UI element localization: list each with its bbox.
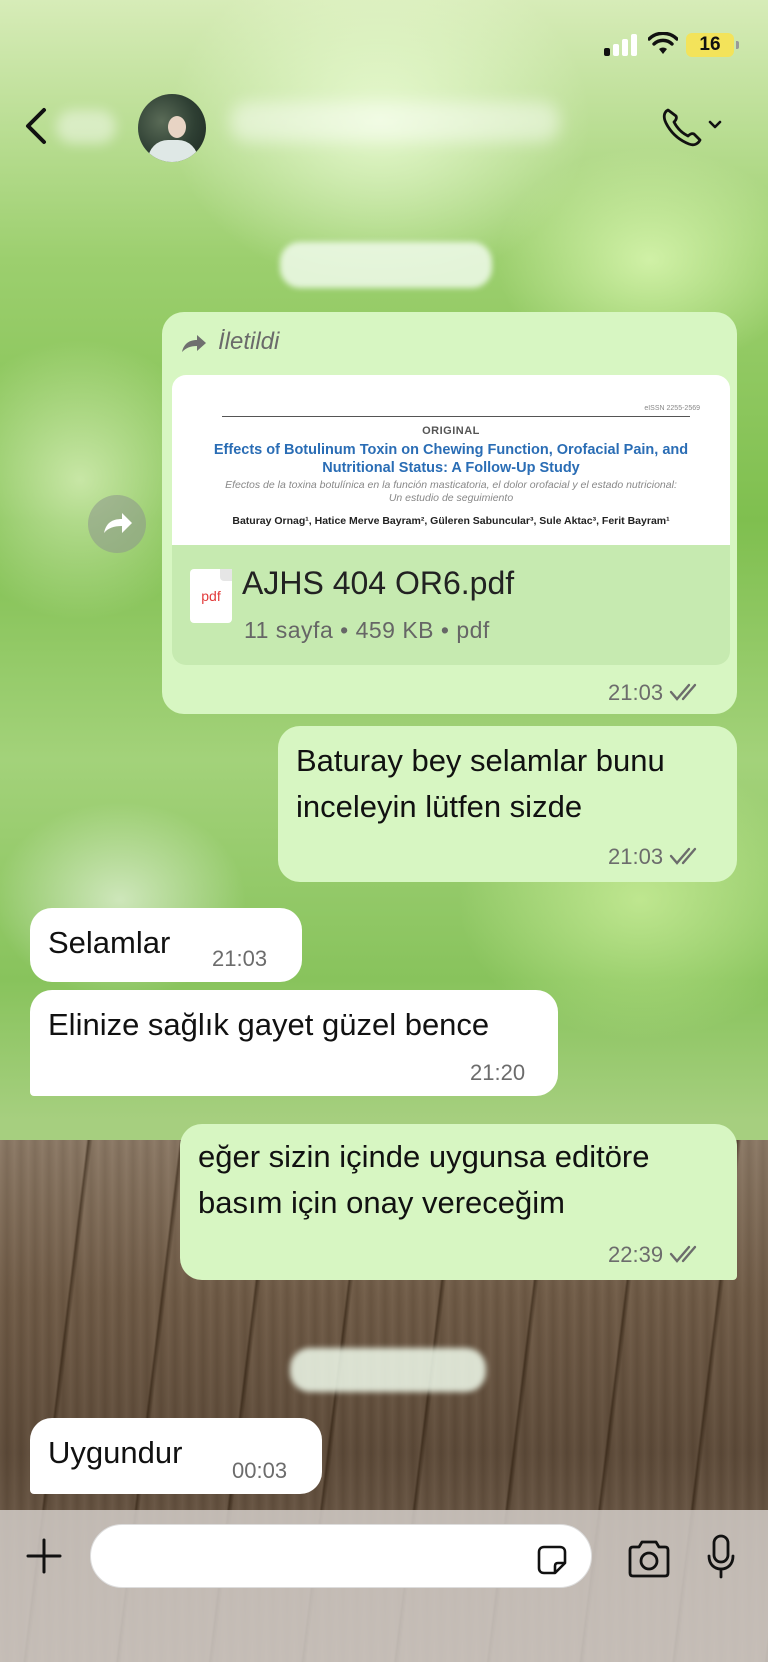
forward-button[interactable] (88, 495, 146, 553)
file-name: AJHS 404 OR6.pdf (242, 565, 515, 601)
wifi-icon (648, 32, 678, 54)
date-separator-redacted (280, 242, 492, 288)
paper-authors: Baturay Ornag¹, Hatice Merve Bayram², Gü… (232, 515, 670, 527)
divider (222, 416, 690, 417)
message-time: 00:03 (232, 1458, 288, 1483)
paper-subtitle: Efectos de la toxina botulínica en la fu… (225, 479, 677, 504)
message-text: Baturay bey selamlar bunu inceleyin lütf… (296, 743, 665, 824)
avatar[interactable] (138, 94, 206, 162)
pdf-icon: pdf (190, 569, 232, 623)
message-input[interactable] (90, 1524, 592, 1588)
call-icon[interactable] (660, 104, 724, 148)
document-file-row[interactable]: pdf AJHS 404 OR6.pdf 11 sayfa • 459 KB •… (172, 545, 730, 665)
status-bar: 16 (0, 0, 768, 80)
sticker-icon[interactable] (536, 1544, 568, 1576)
message-text: Elinize sağlık gayet güzel bence (48, 1007, 490, 1042)
camera-icon[interactable] (626, 1540, 672, 1578)
plus-icon[interactable] (22, 1534, 66, 1578)
forwarded-arrow-icon (182, 335, 206, 352)
message-time: 21:03 (608, 680, 703, 706)
message-time: 22:39 (608, 1242, 703, 1268)
incoming-message[interactable]: Selamlar 21:03 (30, 908, 302, 982)
message-text: Selamlar (48, 925, 171, 960)
paper-title: Effects of Botulinum Toxin on Chewing Fu… (213, 442, 689, 476)
mic-icon[interactable] (706, 1534, 736, 1580)
cellular-signal-icon (604, 34, 640, 56)
back-chevron-icon[interactable] (22, 106, 52, 146)
paper-kind: ORIGINAL (422, 425, 480, 437)
contact-name-redacted[interactable] (230, 102, 560, 142)
message-text: eğer sizin içinde uygunsa editöre basım … (198, 1139, 650, 1220)
unread-count-redacted (56, 110, 116, 144)
paper-issn: eISSN 2255-2569 (644, 405, 700, 412)
message-time: 21:20 (470, 1060, 526, 1085)
message-text: Uygundur (48, 1435, 183, 1470)
forward-icon (104, 513, 132, 533)
chat-header (0, 80, 768, 172)
read-ticks-icon (669, 1245, 697, 1263)
message-time: 21:03 (212, 946, 268, 971)
message-time: 21:03 (608, 844, 703, 870)
incoming-message[interactable]: Elinize sağlık gayet güzel bence 21:20 (30, 990, 558, 1096)
read-ticks-icon (669, 847, 697, 865)
incoming-message[interactable]: Uygundur 00:03 (30, 1418, 322, 1494)
file-meta: 11 sayfa • 459 KB • pdf (244, 617, 490, 643)
date-separator-redacted (290, 1348, 486, 1392)
composer-bar (0, 1510, 768, 1662)
document-preview[interactable]: eISSN 2255-2569 ORIGINAL Effects of Botu… (172, 375, 730, 545)
forwarded-label: İletildi (218, 328, 280, 355)
read-ticks-icon (669, 683, 697, 701)
battery-indicator: 16 (686, 33, 739, 57)
